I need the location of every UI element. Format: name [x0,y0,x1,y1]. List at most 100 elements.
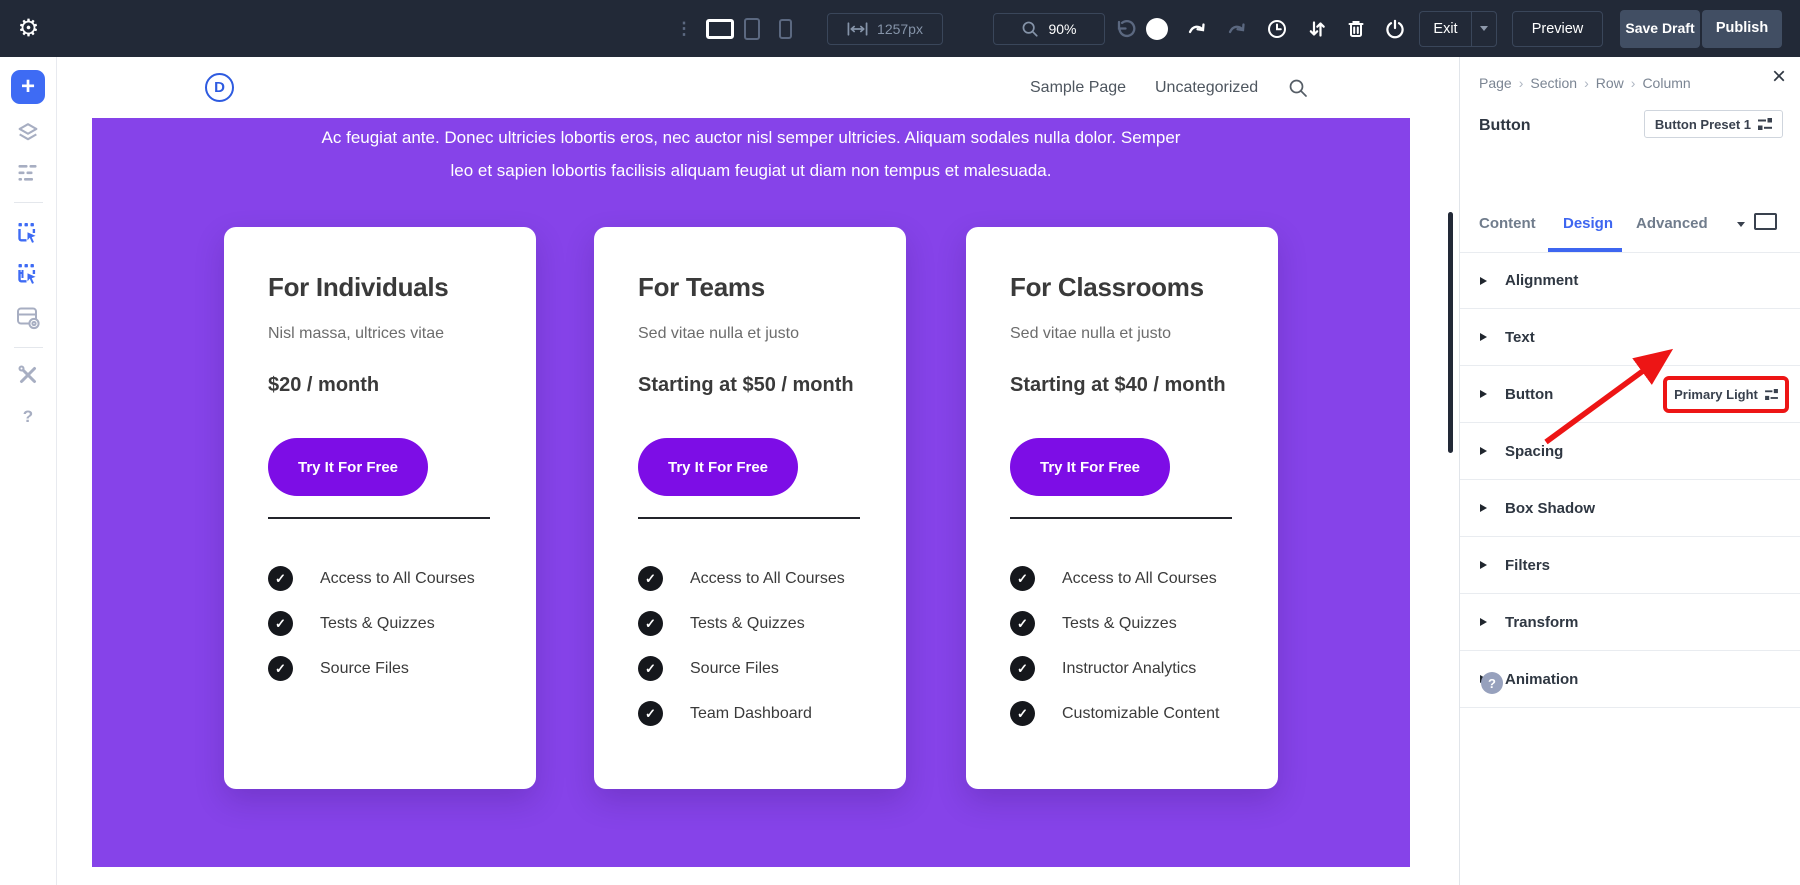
check-icon: ✓ [268,656,293,681]
breadcrumb-section[interactable]: Section [1530,75,1577,91]
primary-light-preset-chip[interactable]: Primary Light [1663,376,1789,413]
search-icon[interactable] [1288,78,1308,103]
canvas-width-input[interactable]: 1257px [827,13,943,45]
list-item[interactable]: ✓Access to All Courses [638,566,862,591]
exit-dropdown-toggle[interactable] [1471,11,1497,47]
card-title[interactable]: For Teams [638,272,862,302]
tab-content[interactable]: Content [1479,215,1536,232]
button-preset-selector[interactable]: Button Preset 1 [1644,110,1783,138]
chevron-down-icon[interactable] [1737,222,1745,227]
card-title[interactable]: For Classrooms [1010,272,1234,302]
add-module-button[interactable]: + [11,70,45,104]
card-title[interactable]: For Individuals [268,272,492,302]
feature-label: Access to All Courses [690,570,845,588]
desktop-view-icon[interactable] [706,19,734,39]
breadcrumb-column[interactable]: Column [1642,75,1690,91]
redo-secondary-icon[interactable] [1226,18,1248,40]
rail-divider [14,202,43,203]
accordion-animation[interactable]: Animation [1460,651,1800,708]
try-it-free-button[interactable]: Try It For Free [268,438,428,496]
try-it-free-button[interactable]: Try It For Free [1010,438,1170,496]
feature-label: Customizable Content [1062,705,1219,723]
check-icon: ✓ [638,656,663,681]
canvas-scrollbar[interactable] [1448,212,1453,453]
panel-help-icon[interactable]: ? [1481,672,1503,694]
tools-icon[interactable] [16,363,40,387]
list-item[interactable]: ✓Tests & Quizzes [268,611,492,636]
list-item[interactable]: ✓Team Dashboard [638,701,862,726]
accordion-text[interactable]: Text [1460,309,1800,366]
page-settings-icon[interactable] [15,304,42,331]
accordion-spacing[interactable]: Spacing [1460,423,1800,480]
list-item[interactable]: ✓Source Files [268,656,492,681]
click-mode-icon[interactable] [15,220,42,247]
list-item[interactable]: ✓ Source Files [638,656,862,681]
card-subtitle[interactable]: Sed vitae nulla et justo [1010,323,1234,345]
accordion-box-shadow[interactable]: Box Shadow [1460,480,1800,537]
publish-button[interactable]: Publish [1702,10,1782,48]
exit-button[interactable]: Exit [1419,11,1471,47]
breadcrumb-row[interactable]: Row [1596,75,1624,91]
accordion-label: Transform [1505,614,1578,631]
zoom-value: 90% [1048,21,1076,37]
chevron-right-icon [1480,277,1487,285]
history-clock-icon[interactable] [1266,18,1288,40]
check-icon: ✓ [268,566,293,591]
card-subtitle[interactable]: Sed vitae nulla et justo [638,323,862,345]
accordion-button[interactable]: Button Primary Light [1460,366,1800,423]
layers-icon[interactable] [16,120,41,145]
tab-advanced[interactable]: Advanced [1636,215,1708,232]
accordion-filters[interactable]: Filters [1460,537,1800,594]
card-subtitle[interactable]: Nisl massa, ultrices vitae [268,323,492,345]
check-icon: ✓ [638,611,663,636]
tablet-view-icon[interactable] [744,18,760,40]
page-title: Sample Page [1030,79,1126,97]
close-icon[interactable]: × [1772,65,1786,89]
more-options-icon[interactable]: ⋮ [676,19,692,39]
pricing-card-individuals[interactable]: For Individuals Nisl massa, ultrices vit… [224,227,536,789]
trash-icon[interactable] [1345,18,1367,40]
save-draft-button[interactable]: Save Draft [1620,10,1700,48]
tab-design[interactable]: Design [1563,215,1613,232]
check-icon: ✓ [1010,611,1035,636]
exit-button-group: Exit [1419,11,1497,47]
list-item[interactable]: ✓Tests & Quizzes [638,611,862,636]
module-settings-panel: Page › Section › Row › Column × Button B… [1459,57,1800,885]
responsive-desktop-icon[interactable] [1754,213,1777,230]
preview-button[interactable]: Preview [1512,11,1603,47]
hover-mode-icon[interactable] [15,261,42,288]
card-divider [1010,517,1232,519]
feature-label: Source Files [690,660,779,678]
accordion-transform[interactable]: Transform [1460,594,1800,651]
phone-view-icon[interactable] [779,19,792,39]
list-item[interactable]: ✓Access to All Courses [268,566,492,591]
hero-line-2: leo et sapien lobortis facilisis aliquam… [92,154,1410,187]
chevron-right-icon [1480,390,1487,398]
history-state-dot[interactable] [1146,18,1168,40]
zoom-control[interactable]: 90% [993,13,1105,45]
wireframe-view-icon[interactable] [17,163,40,183]
redo-icon[interactable] [1186,18,1208,40]
list-item[interactable]: ✓Tests & Quizzes [1010,611,1234,636]
breadcrumb-separator: › [1519,75,1524,91]
breadcrumb-page[interactable]: Page [1479,75,1512,91]
list-item[interactable]: ✓Access to All Courses [1010,566,1234,591]
hero-text[interactable]: Ac feugiat ante. Donec ultricies loborti… [92,118,1410,187]
pricing-card-classrooms[interactable]: For Classrooms Sed vitae nulla et justo … [966,227,1278,789]
accordion-alignment[interactable]: Alignment [1460,252,1800,309]
preset-chip-label: Primary Light [1674,387,1758,402]
undo-icon[interactable] [1114,18,1136,40]
try-it-free-button[interactable]: Try It For Free [638,438,798,496]
portability-power-icon[interactable] [1384,18,1406,40]
settings-gear-icon[interactable]: ⚙ [0,0,57,57]
rail-help-icon[interactable]: ? [23,407,33,427]
chevron-right-icon [1480,504,1487,512]
card-price[interactable]: Starting at $50 / month [638,373,862,397]
pricing-card-teams[interactable]: For Teams Sed vitae nulla et justo Start… [594,227,906,789]
list-item[interactable]: ✓Instructor Analytics [1010,656,1234,681]
swap-arrows-icon[interactable] [1306,18,1328,40]
card-price[interactable]: $20 / month [268,373,492,397]
list-item[interactable]: ✓Customizable Content [1010,701,1234,726]
card-price[interactable]: Starting at $40 / month [1010,373,1234,397]
pricing-section[interactable]: Ac feugiat ante. Donec ultricies loborti… [92,118,1410,867]
